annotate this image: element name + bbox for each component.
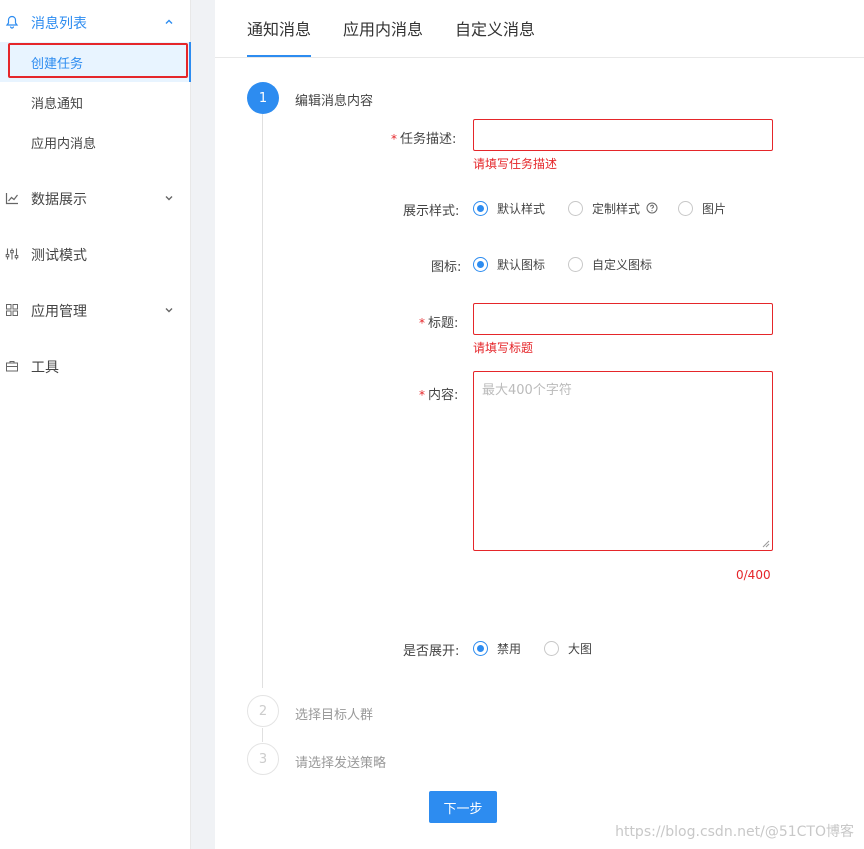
sidebar-item-label: 创建任务 [31, 57, 84, 72]
main-content: 通知消息 应用内消息 自定义消息 1 编辑消息内容 * 任务描述: 请填写任务描述… [215, 0, 864, 849]
menu-group-label: 应用管理 [31, 304, 87, 320]
display-style-option-label: 定制样式 [592, 201, 641, 216]
display-style-option-label: 默认样式 [497, 201, 546, 216]
step-3-circle: 3 [247, 743, 279, 775]
menu-group-test-mode[interactable]: 测试模式 [0, 234, 191, 274]
watermark: https://blog.csdn.net/@51CTO博客 [615, 824, 854, 840]
menu-group-label: 工具 [31, 360, 59, 376]
menu-group-message-list[interactable]: 消息列表 [0, 2, 191, 42]
expand-radio-group: 禁用 大图 [473, 638, 615, 658]
sidebar-item-in-app-message[interactable]: 应用内消息 [0, 122, 191, 162]
sidebar: 消息列表 创建任务 消息通知 应用内消息 数据展示 测试模式 应用管理 工具 [0, 0, 191, 849]
menu-group-data-display[interactable]: 数据展示 [0, 178, 191, 218]
required-mark: * [419, 316, 425, 330]
display-style-label: 展示样式: [403, 204, 460, 219]
display-style-custom-radio[interactable] [568, 200, 584, 216]
content-label: * 内容: [419, 384, 458, 403]
chevron-down-icon [162, 191, 176, 205]
expand-disabled-radio[interactable] [473, 640, 488, 656]
task-desc-error: 请填写任务描述 [473, 157, 558, 171]
content-label-text: 内容: [428, 388, 459, 403]
required-mark: * [419, 388, 425, 402]
chevron-up-icon [162, 15, 176, 29]
menu-group-label: 消息列表 [31, 16, 87, 32]
expand-option-label: 大图 [568, 641, 593, 656]
tab-notification-message[interactable]: 通知消息 [247, 16, 311, 58]
help-circle-icon[interactable] [646, 202, 658, 214]
menu-group-tools[interactable]: 工具 [0, 346, 191, 386]
resize-handle-icon[interactable] [762, 540, 770, 548]
content-char-counter: 0/400 [736, 568, 771, 582]
step-connector-line [262, 728, 263, 742]
menu-group-app-management[interactable]: 应用管理 [0, 290, 191, 330]
task-desc-input[interactable] [473, 119, 773, 151]
grid-icon [4, 302, 20, 318]
icon-default-radio[interactable] [473, 256, 488, 272]
icon-option-label: 默认图标 [497, 257, 546, 272]
icon-radio-group: 默认图标 自定义图标 [473, 254, 675, 274]
step-2-title: 选择目标人群 [295, 708, 374, 723]
bell-icon [4, 14, 20, 30]
icon-label: 图标: [431, 260, 462, 275]
expand-label: 是否展开: [403, 644, 460, 659]
chart-icon [4, 190, 20, 206]
sidebar-item-create-task[interactable]: 创建任务 [0, 42, 191, 82]
chevron-down-icon [162, 303, 176, 317]
step-connector-line [262, 114, 263, 688]
content-placeholder: 最大400个字符 [482, 383, 572, 398]
step-1-circle: 1 [247, 82, 279, 114]
display-style-image-radio[interactable] [678, 200, 694, 216]
sliders-icon [4, 246, 20, 262]
required-mark: * [391, 132, 397, 146]
tab-in-app-message[interactable]: 应用内消息 [343, 16, 423, 58]
step-1-title: 编辑消息内容 [295, 94, 374, 109]
tab-bar: 通知消息 应用内消息 自定义消息 [215, 0, 864, 58]
sidebar-item-label: 消息通知 [31, 97, 84, 112]
icon-custom-radio[interactable] [568, 256, 584, 272]
expand-option-label: 禁用 [497, 641, 522, 656]
tab-custom-message[interactable]: 自定义消息 [455, 16, 535, 58]
next-step-button[interactable]: 下一步 [429, 791, 497, 823]
step-2-circle: 2 [247, 695, 279, 727]
title-label-text: 标题: [428, 316, 459, 331]
title-error: 请填写标题 [473, 341, 534, 355]
toolbox-icon [4, 358, 20, 374]
display-style-radio-group: 默认样式 定制样式 图片 [473, 198, 749, 218]
content-textarea[interactable]: 最大400个字符 [473, 371, 773, 551]
title-input[interactable] [473, 303, 773, 335]
menu-group-label: 数据展示 [31, 192, 87, 208]
menu-group-label: 测试模式 [31, 248, 87, 264]
display-style-option-label: 图片 [702, 201, 727, 216]
icon-option-label: 自定义图标 [592, 257, 653, 272]
expand-large-image-radio[interactable] [544, 640, 560, 656]
sidebar-item-message-notification[interactable]: 消息通知 [0, 82, 191, 122]
tab-active-indicator [247, 55, 311, 57]
display-style-default-radio[interactable] [473, 200, 488, 216]
step-3-title: 请选择发送策略 [295, 756, 387, 771]
task-desc-label-text: 任务描述: [400, 132, 457, 147]
task-desc-label: * 任务描述: [391, 128, 456, 147]
title-label: * 标题: [419, 312, 458, 331]
sidebar-item-label: 应用内消息 [31, 137, 97, 152]
